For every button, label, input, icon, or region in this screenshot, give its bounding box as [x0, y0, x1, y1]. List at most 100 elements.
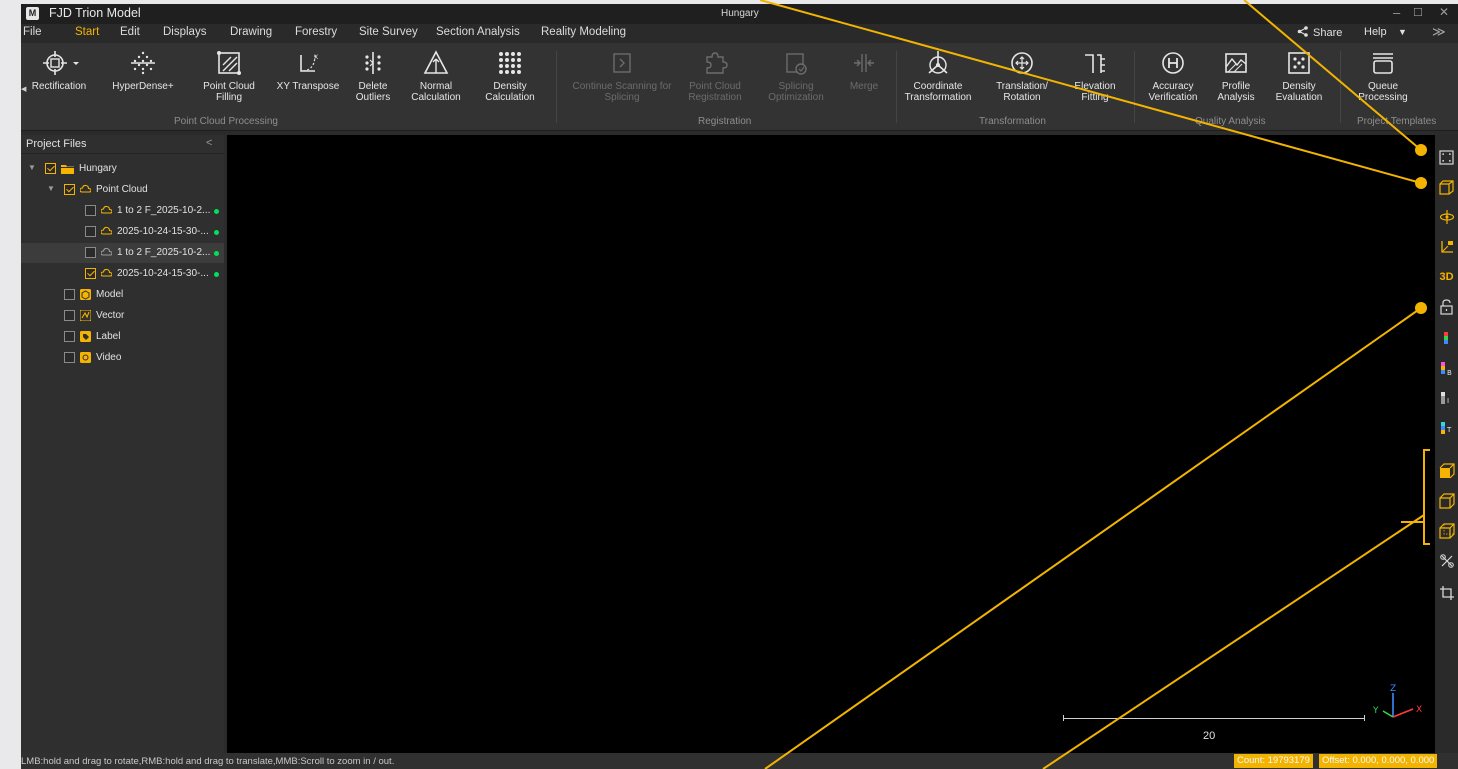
xy-transpose-button[interactable]: X XY Transpose: [275, 43, 341, 92]
hyperdense-button[interactable]: HyperDense+: [110, 43, 176, 92]
scale-bar-tick: [1364, 715, 1365, 721]
tree-item-video[interactable]: Video: [21, 348, 224, 368]
help-button[interactable]: Help: [1364, 26, 1387, 38]
ribbon-expand-icon[interactable]: ≫: [1432, 24, 1446, 40]
expand-caret-icon[interactable]: ▼: [47, 184, 55, 193]
app-logo-icon: M: [26, 7, 39, 20]
menu-drawing[interactable]: Drawing: [230, 26, 272, 38]
status-dot-icon: [214, 209, 219, 214]
orbit-center-button[interactable]: [1435, 205, 1458, 229]
tree-checkbox[interactable]: [85, 226, 96, 237]
translation-rotation-button[interactable]: Translation/ Rotation: [989, 43, 1055, 103]
continue-scanning-button[interactable]: Continue Scanning for Splicing: [566, 43, 678, 103]
tree-item-scan[interactable]: 1 to 2 F_2025-10-2...: [21, 201, 224, 221]
model-icon: [80, 289, 91, 300]
queue-processing-button[interactable]: Queue Processing: [1353, 43, 1413, 103]
point-cloud-registration-label: Point Cloud Registration: [688, 81, 742, 103]
lock-button[interactable]: [1435, 295, 1458, 319]
rectification-button[interactable]: Rectification: [25, 43, 93, 92]
tree-checkbox[interactable]: [85, 268, 96, 279]
menu-edit[interactable]: Edit: [120, 26, 140, 38]
tree-item-label-layer[interactable]: Label: [21, 327, 224, 347]
tree-item-scan[interactable]: 2025-10-24-15-30-...: [21, 222, 224, 242]
coordinate-axes-button[interactable]: [1435, 235, 1458, 259]
queue-processing-label: Queue Processing: [1358, 81, 1408, 103]
tree-item-scan[interactable]: 1 to 2 F_2025-10-2...: [21, 243, 224, 263]
close-button[interactable]: ✕: [1439, 5, 1449, 19]
tree-item-label: Hungary: [79, 163, 117, 174]
tree-checkbox[interactable]: [64, 310, 75, 321]
density-calculation-button[interactable]: Density Calculation: [478, 43, 542, 103]
crop-button[interactable]: [1435, 581, 1458, 605]
panel-header: Project Files <: [21, 135, 224, 154]
coordinate-transformation-button[interactable]: Coordinate Transformation: [898, 43, 978, 103]
group-label-project-templates: Project Templates: [1357, 116, 1437, 127]
color-t-label: T: [1446, 426, 1452, 434]
perspective-view-button[interactable]: [1435, 459, 1458, 483]
tree-checkbox[interactable]: [64, 184, 75, 195]
tree-checkbox[interactable]: [64, 352, 75, 363]
fit-view-button[interactable]: [1435, 145, 1458, 169]
unlock-icon: [1440, 299, 1453, 315]
tree-item-model[interactable]: Model: [21, 285, 224, 305]
share-button[interactable]: Share: [1297, 26, 1342, 39]
tree-item-root[interactable]: ▼ Hungary: [21, 159, 224, 179]
clear-button[interactable]: [1435, 549, 1458, 573]
help-dropdown-icon[interactable]: ▼: [1398, 27, 1407, 37]
menu-section-analysis[interactable]: Section Analysis: [436, 26, 520, 38]
bounding-box-button[interactable]: [1435, 175, 1458, 199]
point-cloud-filling-button[interactable]: Point Cloud Filling: [197, 43, 261, 103]
tree-item-scan[interactable]: 2025-10-24-15-30-...: [21, 264, 224, 284]
project-title: Hungary: [721, 8, 759, 19]
delete-outliers-button[interactable]: Delete Outliers: [351, 43, 395, 103]
expand-caret-icon[interactable]: ▼: [28, 163, 36, 172]
color-b-label: B: [1447, 369, 1452, 377]
tree-item-label: Vector: [96, 310, 125, 321]
menu-displays[interactable]: Displays: [163, 26, 206, 38]
point-cloud-registration-button[interactable]: Point Cloud Registration: [683, 43, 747, 103]
accuracy-verification-button[interactable]: Accuracy Verification: [1139, 43, 1207, 103]
tree-checkbox[interactable]: [85, 205, 96, 216]
color-rgb-button[interactable]: [1435, 327, 1458, 351]
tree-item-vector[interactable]: Vector: [21, 306, 224, 326]
tree-checkbox[interactable]: [64, 331, 75, 342]
tree-checkbox[interactable]: [64, 289, 75, 300]
profile-analysis-button[interactable]: Profile Analysis: [1211, 43, 1261, 103]
collapse-panel-icon[interactable]: <: [206, 137, 212, 149]
3d-view-button[interactable]: 3D: [1435, 265, 1458, 289]
minimize-button[interactable]: –: [1393, 5, 1400, 20]
splicing-optimization-button[interactable]: Splicing Optimization: [764, 43, 828, 103]
menu-forestry[interactable]: Forestry: [295, 26, 337, 38]
density-evaluation-button[interactable]: Density Evaluation: [1271, 43, 1327, 103]
menu-site-survey[interactable]: Site Survey: [359, 26, 418, 38]
tree-checkbox[interactable]: [45, 163, 56, 174]
front-view-button[interactable]: [1435, 519, 1458, 543]
elevation-fitting-button[interactable]: Elevation Fitting: [1067, 43, 1123, 103]
status-dot-icon: [214, 230, 219, 235]
scale-bar-label: 20: [1203, 730, 1216, 742]
translation-rotation-label: Translation/ Rotation: [996, 81, 1048, 103]
top-view-button[interactable]: [1435, 489, 1458, 513]
menu-file[interactable]: File: [23, 26, 42, 38]
tree-checkbox[interactable]: [85, 247, 96, 258]
color-by-time-button[interactable]: T: [1435, 417, 1458, 441]
panel-title: Project Files: [26, 138, 87, 150]
menu-start[interactable]: Start: [75, 26, 99, 38]
elevation-fitting-icon: [1081, 49, 1109, 77]
maximize-button[interactable]: ☐: [1413, 6, 1423, 19]
normal-calculation-button[interactable]: Normal Calculation: [405, 43, 467, 103]
density-calculation-icon: [496, 49, 524, 77]
merge-button[interactable]: Merge: [841, 43, 887, 92]
tree-item-label: 1 to 2 F_2025-10-2...: [117, 247, 211, 258]
translation-rotation-icon: [1008, 49, 1036, 77]
rectification-icon: [43, 49, 79, 77]
menu-reality-modeling[interactable]: Reality Modeling: [541, 26, 626, 38]
color-by-intensity-button[interactable]: I: [1435, 387, 1458, 411]
tree-item-label: Point Cloud: [96, 184, 148, 195]
project-files-panel: Project Files < ▼ Hungary ▼ Point Cloud …: [21, 135, 224, 753]
tree-item-point-cloud[interactable]: ▼ Point Cloud: [21, 180, 224, 200]
splicing-optimization-label: Splicing Optimization: [768, 81, 824, 103]
color-by-elevation-button[interactable]: B: [1435, 357, 1458, 381]
3d-viewport[interactable]: 20 Z X Y: [227, 135, 1435, 753]
delete-outliers-icon: [359, 49, 387, 77]
